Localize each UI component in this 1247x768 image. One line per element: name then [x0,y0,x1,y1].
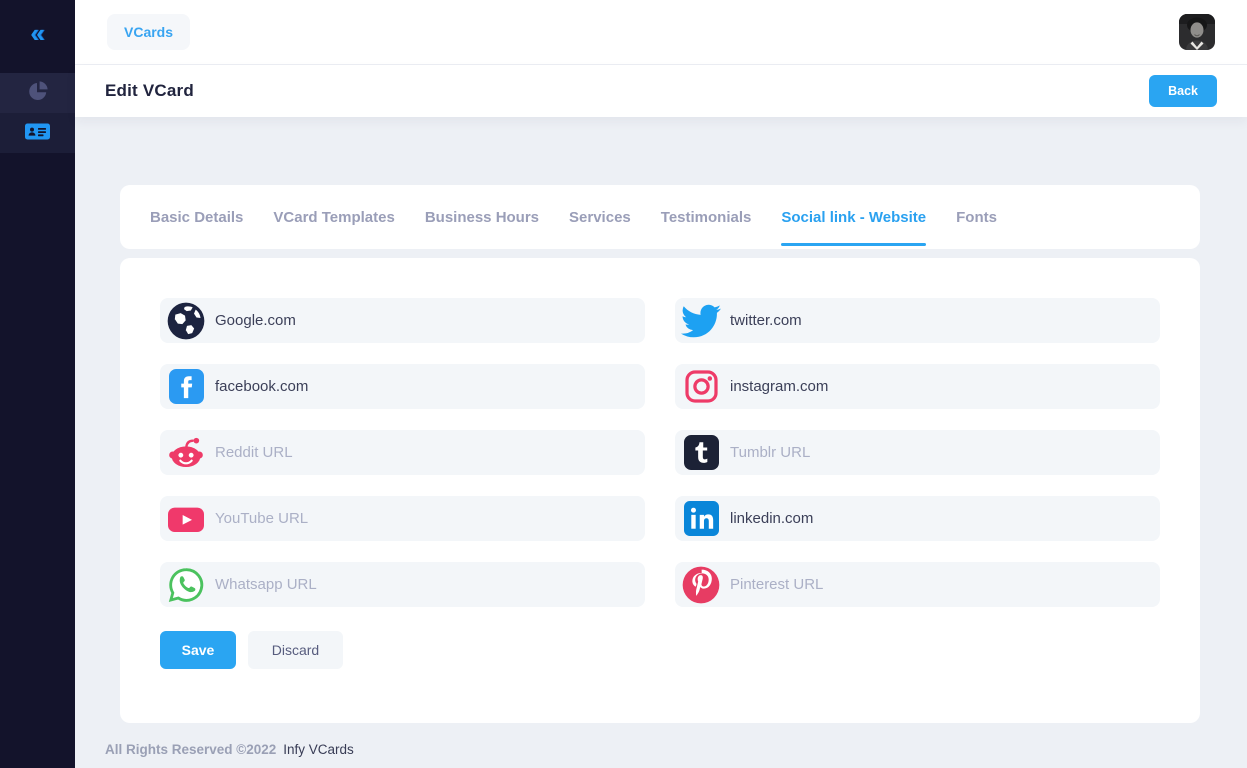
google-url-field [160,298,645,343]
tab-basic-details[interactable]: Basic Details [150,185,243,249]
linkedin-icon [678,496,724,541]
twitter-icon [678,298,724,343]
reddit-url-field [160,430,645,475]
pinterest-url-field [675,562,1160,607]
tumblr-url-field [675,430,1160,475]
facebook-url-input[interactable] [209,364,633,409]
whatsapp-url-input[interactable] [209,562,633,607]
youtube-url-field [160,496,645,541]
tab-fonts[interactable]: Fonts [956,185,997,249]
content: Basic Details VCard Templates Business H… [75,117,1247,768]
topbar: VCards [75,0,1247,65]
id-card-icon [24,119,51,148]
tumblr-icon [678,430,724,475]
save-button[interactable]: Save [160,631,236,669]
copyright-text: All Rights Reserved ©2022 [105,742,276,757]
whatsapp-url-field [160,562,645,607]
globe-icon [163,298,209,343]
tabs-bar: Basic Details VCard Templates Business H… [120,185,1200,249]
pinterest-icon [678,562,724,607]
twitter-url-input[interactable] [724,298,1148,343]
main-area: VCards Edit VCard Back Basic Details VCa… [75,0,1247,768]
whatsapp-icon [163,562,209,607]
instagram-icon [678,364,724,409]
pinterest-url-input[interactable] [724,562,1148,607]
linkedin-url-field [675,496,1160,541]
facebook-icon [163,364,209,409]
page-header: Edit VCard Back [75,65,1247,117]
tab-services[interactable]: Services [569,185,631,249]
instagram-url-field [675,364,1160,409]
breadcrumb-vcards[interactable]: VCards [107,14,190,50]
pie-chart-icon [26,79,50,108]
facebook-url-field [160,364,645,409]
discard-button[interactable]: Discard [248,631,343,669]
sidebar-item-vcards[interactable] [0,113,75,153]
tab-business-hours[interactable]: Business Hours [425,185,539,249]
tab-social-link-website[interactable]: Social link - Website [781,185,926,249]
youtube-icon [163,496,209,541]
linkedin-url-input[interactable] [724,496,1148,541]
reddit-url-input[interactable] [209,430,633,475]
instagram-url-input[interactable] [724,364,1148,409]
form-actions: Save Discard [160,631,1160,669]
youtube-url-input[interactable] [209,496,633,541]
tumblr-url-input[interactable] [724,430,1148,475]
page-title: Edit VCard [105,81,194,101]
twitter-url-field [675,298,1160,343]
sidebar: « [0,0,75,768]
brand-name: Infy VCards [283,742,354,757]
google-url-input[interactable] [209,298,633,343]
back-button[interactable]: Back [1149,75,1217,107]
sidebar-collapse-icon[interactable]: « [30,20,44,46]
tab-vcard-templates[interactable]: VCard Templates [273,185,394,249]
social-links-form: Save Discard [120,258,1200,723]
reddit-icon [163,430,209,475]
tab-testimonials[interactable]: Testimonials [661,185,752,249]
sidebar-item-dashboard[interactable] [0,73,75,113]
avatar[interactable] [1179,14,1215,50]
footer: All Rights Reserved ©2022 Infy VCards [105,742,354,757]
